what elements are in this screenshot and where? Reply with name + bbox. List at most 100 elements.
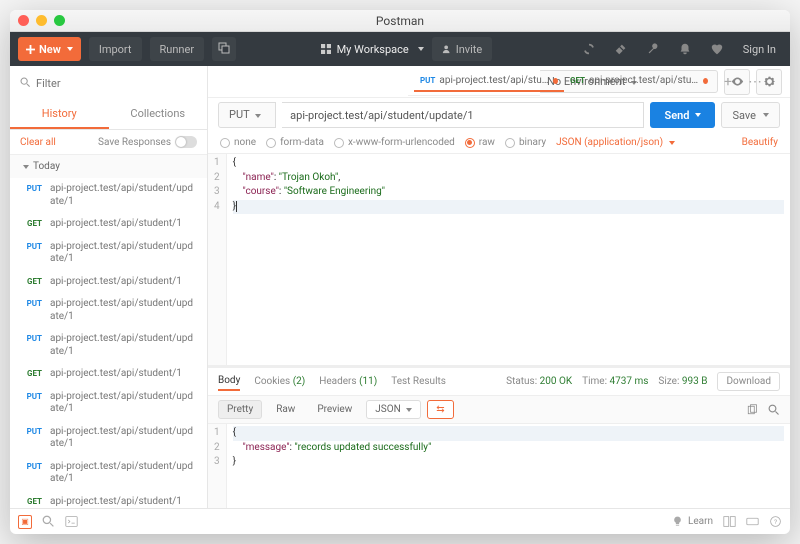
content-type-select[interactable]: JSON (application/json) <box>556 137 674 148</box>
history-item[interactable]: GETapi-project.test/api/student/1 <box>10 363 207 386</box>
app-window: Postman New Import Runner My Workspace I… <box>10 10 790 534</box>
wrap-lines-button[interactable]: ⇆ <box>427 400 453 419</box>
caret-down-icon <box>67 47 73 51</box>
invite-button[interactable]: Invite <box>432 37 493 61</box>
resp-tab-headers[interactable]: Headers (11) <box>319 373 377 390</box>
body-type-row: none form-data x-www-form-urlencoded raw… <box>208 132 790 154</box>
history-item[interactable]: PUTapi-project.test/api/student/update/1 <box>10 328 207 363</box>
body-raw[interactable]: raw <box>465 137 495 148</box>
find-icon[interactable] <box>42 515 55 528</box>
sync-icon[interactable] <box>577 37 601 61</box>
tab-method: GET <box>570 76 585 85</box>
request-body-editor[interactable]: 1234 { "name": "Trojan Okoh", "course": … <box>208 154 790 365</box>
resp-tab-cookies[interactable]: Cookies (2) <box>254 373 305 390</box>
minimize-window[interactable] <box>36 15 47 26</box>
body-form-data[interactable]: form-data <box>266 137 324 148</box>
statusbar: ▣ Learn ? <box>10 508 790 534</box>
response-body-viewer[interactable]: 123 { "message": "records updated succes… <box>208 424 790 508</box>
save-responses-toggle[interactable]: Save Responses <box>98 136 197 148</box>
plus-icon <box>26 45 35 54</box>
history-item[interactable]: PUTapi-project.test/api/student/update/1 <box>10 421 207 456</box>
maximize-window[interactable] <box>54 15 65 26</box>
heart-icon[interactable] <box>705 37 729 61</box>
content-area: History Collections Clear all Save Respo… <box>10 66 790 508</box>
top-toolbar: New Import Runner My Workspace Invite Si… <box>10 32 790 66</box>
learn-label: Learn <box>688 516 713 527</box>
new-window-button[interactable] <box>212 37 236 61</box>
console-icon[interactable] <box>65 515 78 528</box>
import-button[interactable]: Import <box>89 37 142 61</box>
save-button[interactable]: Save <box>721 102 780 128</box>
status-badge: Status: 200 OK <box>506 376 572 387</box>
resp-tab-body[interactable]: Body <box>218 372 240 391</box>
sidebar-toggle-icon[interactable]: ▣ <box>18 515 32 529</box>
view-raw[interactable]: Raw <box>268 401 303 418</box>
runner-button[interactable]: Runner <box>150 37 205 61</box>
workspace-selector[interactable]: My Workspace <box>321 43 424 56</box>
bell-icon[interactable] <box>673 37 697 61</box>
beautify-button[interactable]: Beautify <box>742 137 778 148</box>
history-item[interactable]: GETapi-project.test/api/student/1 <box>10 271 207 294</box>
request-tabs: PUTapi-project.test/api/student/updGETap… <box>408 68 540 96</box>
url-input[interactable] <box>282 102 644 128</box>
person-plus-icon <box>442 44 452 54</box>
request-tab[interactable]: GET api-project.test/api/student/1 <box>564 71 714 92</box>
tab-collections[interactable]: Collections <box>109 100 208 129</box>
history-url: api-project.test/api/student/update/1 <box>50 241 197 266</box>
history-url: api-project.test/api/student/update/1 <box>50 426 197 451</box>
method-label: PUT <box>229 108 249 121</box>
history-item[interactable]: GETapi-project.test/api/student/1 <box>10 491 207 509</box>
help-icon[interactable]: ? <box>769 515 782 528</box>
new-button[interactable]: New <box>18 37 81 61</box>
download-button[interactable]: Download <box>717 372 780 391</box>
caret-down-icon <box>255 114 261 118</box>
signin-button[interactable]: Sign In <box>737 43 782 56</box>
filter-input[interactable] <box>20 73 197 94</box>
clear-all[interactable]: Clear all <box>20 137 56 148</box>
history-method: GET <box>20 369 42 378</box>
tab-options-button[interactable]: ⋯ <box>742 74 768 90</box>
wrench-icon[interactable] <box>641 37 665 61</box>
add-tab-button[interactable]: + <box>718 74 738 90</box>
response-tabs: Body Cookies (2) Headers (11) Test Resul… <box>208 368 790 396</box>
tab-history[interactable]: History <box>10 100 109 129</box>
two-pane-icon[interactable] <box>723 515 736 528</box>
view-preview[interactable]: Preview <box>309 401 360 418</box>
titlebar: Postman <box>10 10 790 32</box>
window-title: Postman <box>10 14 790 28</box>
unsaved-dot-icon <box>703 78 708 84</box>
method-select[interactable]: PUT <box>218 102 276 128</box>
close-window[interactable] <box>18 15 29 26</box>
body-none[interactable]: none <box>220 137 256 148</box>
view-format-select[interactable]: JSON <box>366 400 421 419</box>
body-xwww[interactable]: x-www-form-urlencoded <box>334 137 455 148</box>
keyboard-icon[interactable] <box>746 515 759 528</box>
history-item[interactable]: GETapi-project.test/api/student/1 <box>10 213 207 236</box>
learn-button[interactable]: Learn <box>671 515 713 528</box>
history-item[interactable]: PUTapi-project.test/api/student/update/1 <box>10 293 207 328</box>
copy-icon[interactable] <box>746 404 758 416</box>
request-body-code: { "name": "Trojan Okoh", "course": "Soft… <box>227 154 790 365</box>
send-button[interactable]: Send <box>650 102 715 128</box>
search-icon[interactable] <box>768 404 780 416</box>
satellite-icon[interactable] <box>609 37 633 61</box>
tab-label: api-project.test/api/student/1 <box>589 75 699 86</box>
history-date-today[interactable]: Today <box>10 155 207 178</box>
resp-tab-tests[interactable]: Test Results <box>391 373 446 390</box>
history-item[interactable]: PUTapi-project.test/api/student/update/1 <box>10 236 207 271</box>
save-responses-label: Save Responses <box>98 137 171 148</box>
view-pretty[interactable]: Pretty <box>218 400 262 419</box>
grid-icon <box>321 44 331 54</box>
history-item[interactable]: PUTapi-project.test/api/student/update/1 <box>10 456 207 491</box>
body-binary[interactable]: binary <box>505 137 546 148</box>
history-method: PUT <box>20 334 42 343</box>
invite-label: Invite <box>456 43 483 56</box>
history-item[interactable]: PUTapi-project.test/api/student/update/1 <box>10 178 207 213</box>
history-url: api-project.test/api/student/update/1 <box>50 391 197 416</box>
history-method: PUT <box>20 392 42 401</box>
request-tab[interactable]: PUTapi-project.test/api/student/upd <box>414 71 564 92</box>
workspace-label: My Workspace <box>337 43 409 56</box>
gutter: 123 <box>208 424 227 508</box>
new-label: New <box>39 43 61 56</box>
history-item[interactable]: PUT api-project.test/api/student/update/1 <box>10 386 207 421</box>
